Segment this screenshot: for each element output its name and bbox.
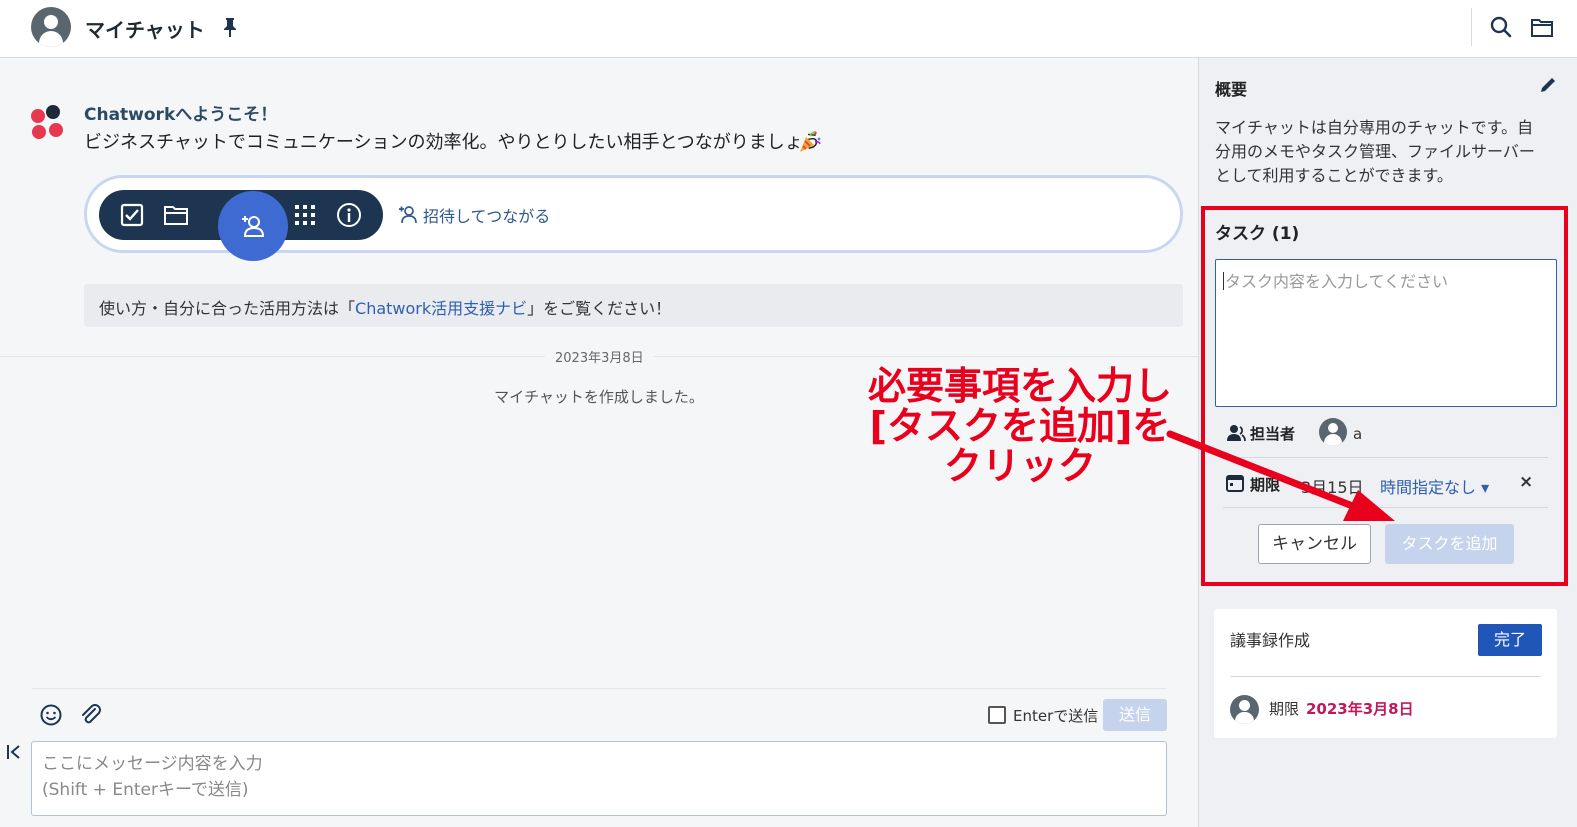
add-task-button[interactable]: タスクを追加 bbox=[1385, 524, 1514, 564]
welcome-title: Chatworkへようこそ！ bbox=[84, 105, 278, 125]
guide-banner: 使い方・自分に合った活用方法は「Chatwork活用支援ナビ」をご覧ください！ bbox=[84, 284, 1183, 327]
deadline-label: 期限 bbox=[1250, 476, 1281, 494]
task-content-input[interactable]: タスク内容を入力してください bbox=[1215, 259, 1557, 407]
chatwork-logo-icon bbox=[31, 105, 63, 139]
guide-prefix: 使い方・自分に合った活用方法は「 bbox=[99, 299, 356, 318]
attachment-icon[interactable] bbox=[79, 703, 103, 727]
composer-separator bbox=[32, 688, 1167, 689]
calendar-icon bbox=[1226, 475, 1244, 492]
guide-link[interactable]: Chatwork活用支援ナビ bbox=[355, 299, 527, 318]
time-select[interactable]: 時間指定なし ▾ bbox=[1380, 474, 1489, 498]
search-icon[interactable] bbox=[1490, 16, 1512, 38]
toolbar-pill bbox=[99, 190, 383, 261]
cancel-button[interactable]: キャンセル bbox=[1258, 524, 1371, 564]
side-panel: 概要 マイチャットは自分専用のチャットです。自分用のメモやタスク管理、ファイルサ… bbox=[1198, 58, 1577, 827]
assignee-avatar[interactable] bbox=[1319, 418, 1347, 446]
assignee-label: 担当者 bbox=[1250, 425, 1296, 443]
task-title: タスク (1) bbox=[1215, 224, 1300, 244]
complete-button[interactable]: 完了 bbox=[1478, 624, 1542, 656]
invite-contact-button[interactable] bbox=[218, 191, 288, 261]
overview-text: マイチャットは自分専用のチャットです。自分用のメモやタスク管理、ファイルサーバー… bbox=[1215, 118, 1535, 185]
enter-send-label: Enterで送信 bbox=[1013, 707, 1099, 725]
onboarding-toolbar: 招待してつながる bbox=[84, 175, 1183, 261]
file-folder-icon[interactable] bbox=[163, 202, 189, 228]
task-form-separator-2 bbox=[1223, 507, 1548, 508]
emoji-icon[interactable] bbox=[39, 703, 63, 727]
welcome-text: ビジネスチャットでコミュニケーションの効率化。やりとりしたい相手とつながりましょ… bbox=[84, 132, 821, 153]
deadline-date-field[interactable]: 3月15日 bbox=[1301, 474, 1364, 498]
task-form-separator bbox=[1223, 457, 1548, 458]
invite-link[interactable]: 招待してつながる bbox=[423, 203, 550, 227]
task-card-deadline-date: 2023年3月8日 bbox=[1306, 700, 1414, 718]
date-label: 2023年3月8日 bbox=[545, 347, 654, 366]
message-input[interactable]: ここにメッセージ内容を入力 (Shift + Enterキーで送信) bbox=[31, 741, 1167, 816]
collapse-icon[interactable] bbox=[5, 742, 23, 762]
info-icon[interactable] bbox=[336, 202, 362, 228]
add-contact-icon bbox=[242, 216, 265, 237]
annotation-text: 必要事項を入力し [タスクを追加]を クリック bbox=[867, 364, 1172, 488]
header: マイチャット bbox=[0, 0, 1577, 58]
overview-title: 概要 bbox=[1215, 80, 1248, 99]
task-input-placeholder: タスク内容を入力してください bbox=[1225, 272, 1449, 291]
header-divider bbox=[1471, 8, 1472, 46]
task-card-separator bbox=[1230, 676, 1541, 677]
pin-icon[interactable] bbox=[220, 16, 240, 38]
task-card-text: 議事録作成 bbox=[1230, 631, 1311, 650]
send-button[interactable]: 送信 bbox=[1103, 699, 1167, 731]
clear-deadline-icon[interactable]: × bbox=[1519, 472, 1533, 492]
task-card: 議事録作成 完了 期限 2023年3月8日 bbox=[1214, 609, 1557, 738]
folder-icon[interactable] bbox=[1530, 15, 1554, 39]
room-title: マイチャット bbox=[85, 18, 205, 42]
assignee-name: a bbox=[1353, 425, 1363, 443]
invite-icon bbox=[399, 206, 417, 224]
guide-suffix: 」をご覧ください！ bbox=[527, 299, 672, 318]
apps-grid-icon[interactable] bbox=[292, 202, 318, 228]
party-popper-icon bbox=[800, 131, 821, 152]
assignee-icon bbox=[1227, 425, 1246, 442]
task-check-icon[interactable] bbox=[119, 202, 145, 228]
task-card-deadline-label: 期限 bbox=[1269, 700, 1300, 718]
task-card-avatar bbox=[1230, 695, 1259, 724]
enter-send-checkbox[interactable] bbox=[988, 706, 1006, 724]
room-avatar bbox=[31, 7, 71, 47]
pencil-icon[interactable] bbox=[1537, 74, 1559, 96]
